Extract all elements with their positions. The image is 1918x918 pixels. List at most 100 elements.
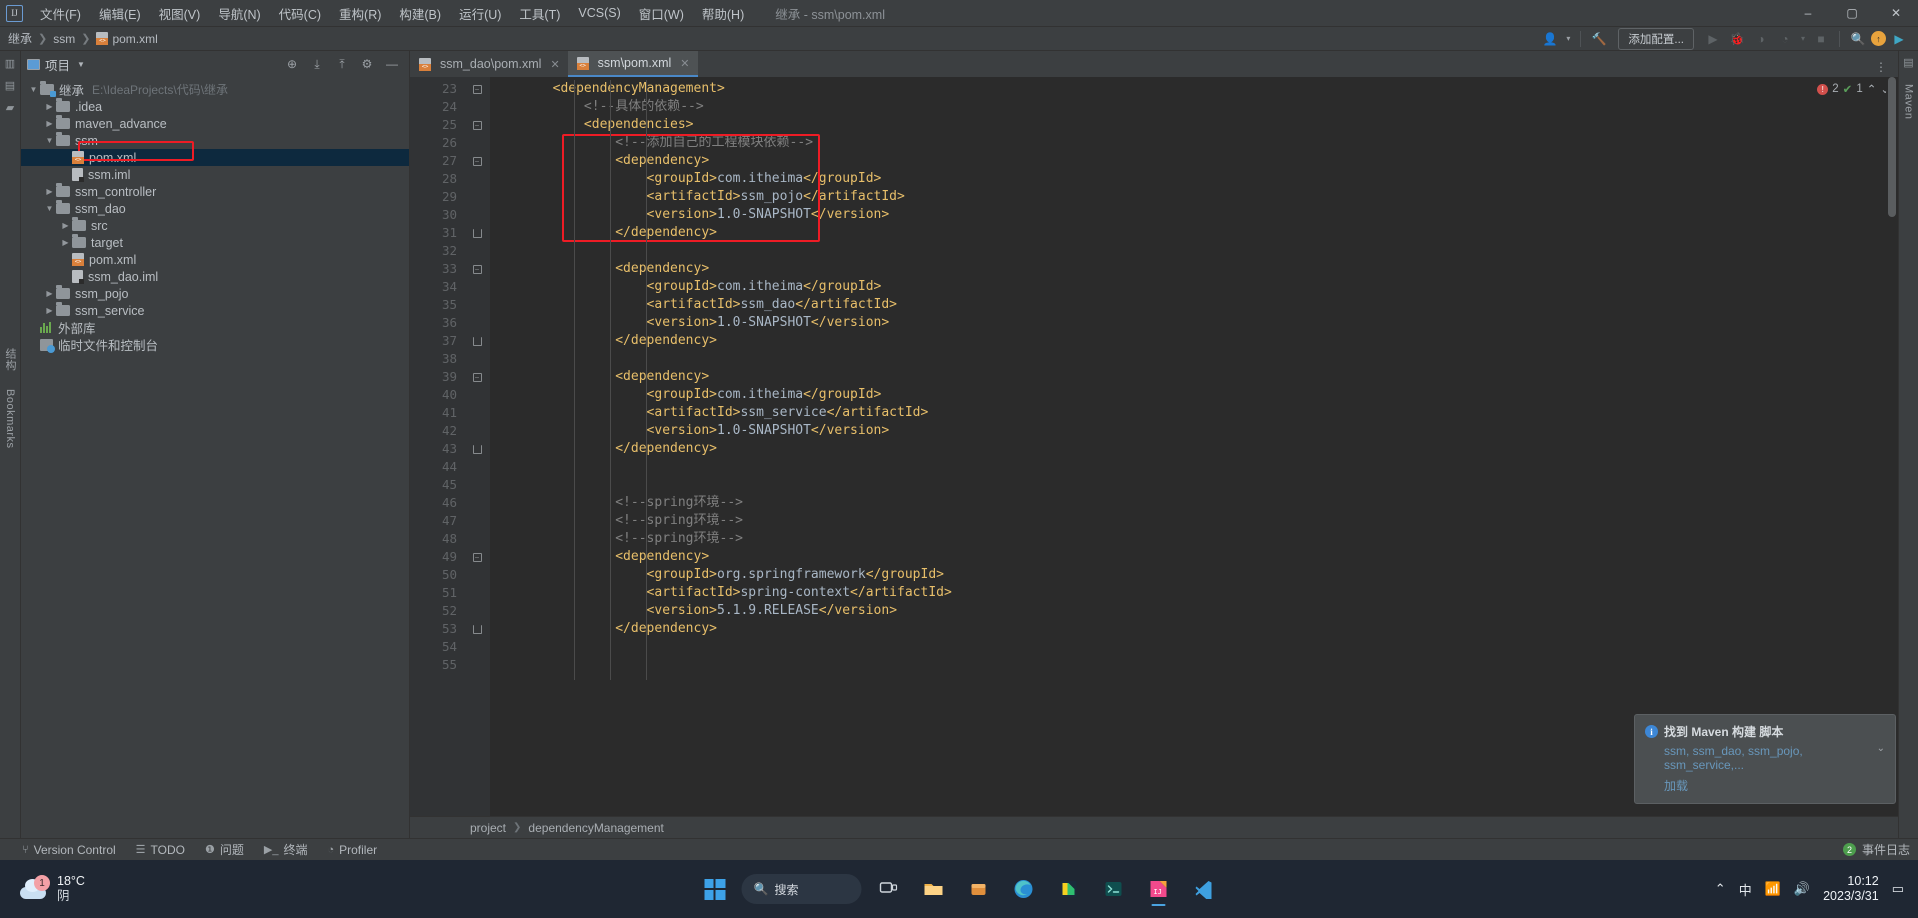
fold-toggle-icon[interactable]	[464, 440, 490, 458]
code-line[interactable]: <artifactId>ssm_dao</artifactId>	[490, 296, 1886, 314]
menu-item-9[interactable]: VCS(S)	[569, 3, 629, 23]
prev-problem-icon[interactable]: ⌃	[1867, 82, 1877, 96]
scrollbar-thumb[interactable]	[1888, 77, 1896, 217]
event-log-widget[interactable]: 2 事件日志	[1842, 841, 1918, 858]
terminal-button[interactable]	[1096, 871, 1132, 907]
taskbar-search-box[interactable]: 🔍 搜索	[741, 874, 862, 904]
ime-indicator[interactable]: 中	[1739, 880, 1752, 899]
locate-file-icon[interactable]: ⊕	[281, 54, 303, 74]
fold-toggle-icon[interactable]: −	[464, 116, 490, 134]
pycharm-button[interactable]	[1051, 871, 1087, 907]
store-button[interactable]	[961, 871, 997, 907]
code-line[interactable]: <artifactId>ssm_pojo</artifactId>	[490, 188, 1886, 206]
code-folding-gutter[interactable]: − − − − − −	[464, 77, 490, 816]
code-line[interactable]: <dependency>	[490, 368, 1886, 386]
code-line[interactable]: <groupId>com.itheima</groupId>	[490, 278, 1886, 296]
expand-all-icon[interactable]: ⤓	[306, 54, 328, 74]
code-editor[interactable]: 23 24 25 26 27 28 29 30 31 32 33 34 35 36 37 38 39 40 41 42…	[410, 77, 1898, 816]
code-line[interactable]: <version>5.1.9.RELEASE</version>	[490, 602, 1886, 620]
editor-scrollbar[interactable]	[1886, 77, 1898, 816]
file-explorer-button[interactable]	[916, 871, 952, 907]
breadcrumb-module[interactable]: ssm	[53, 32, 75, 46]
chevron-right-icon[interactable]: ▶	[43, 119, 56, 128]
tool-window-终端[interactable]: ▶_ 终端	[264, 841, 308, 858]
editor-breadcrumb-1[interactable]: dependencyManagement	[528, 821, 663, 835]
tree-node-src[interactable]: ▶ src	[21, 217, 409, 234]
project-tree[interactable]: ▼ 继承 E:\IdeaProjects\代码\继承 ▶ .idea ▶ maven_adv…	[21, 77, 409, 838]
close-button[interactable]: ✕	[1874, 0, 1918, 27]
taskbar-clock[interactable]: 10:12 2023/3/31	[1823, 874, 1879, 904]
notification-center-icon[interactable]: ▭	[1892, 881, 1904, 897]
fold-collapse-icon[interactable]: −	[472, 264, 482, 274]
fold-toggle-icon[interactable]	[464, 620, 490, 638]
project-tool-icon[interactable]: ▥	[5, 57, 15, 70]
tree-node-临时文件和控制台[interactable]: 临时文件和控制台	[21, 336, 409, 353]
code-line[interactable]: <version>1.0-SNAPSHOT</version>	[490, 206, 1886, 224]
chevron-right-icon[interactable]: ▶	[43, 306, 56, 315]
menu-item-7[interactable]: 运行(U)	[450, 1, 510, 26]
chevron-right-icon[interactable]: ▶	[59, 221, 72, 230]
tree-node-外部库[interactable]: 外部库	[21, 319, 409, 336]
vscode-button[interactable]	[1186, 871, 1222, 907]
code-line[interactable]: </dependency>	[490, 224, 1886, 242]
profile-icon[interactable]: ◔	[1774, 29, 1796, 49]
code-line[interactable]	[490, 242, 1886, 260]
chevron-right-icon[interactable]: ▶	[43, 289, 56, 298]
fold-toggle-icon[interactable]: −	[464, 152, 490, 170]
taskbar-weather-widget[interactable]: 1 18°C 阴	[0, 874, 330, 904]
edge-button[interactable]	[1006, 871, 1042, 907]
code-line[interactable]: <!--spring环境-->	[490, 494, 1886, 512]
commit-tool-icon[interactable]: ▤	[5, 79, 15, 92]
code-line[interactable]: <artifactId>spring-context</artifactId>	[490, 584, 1886, 602]
code-line[interactable]	[490, 350, 1886, 368]
task-view-button[interactable]	[871, 871, 907, 907]
tray-chevron-icon[interactable]: ⌃	[1715, 881, 1726, 897]
idea-button[interactable]: IJ	[1141, 871, 1177, 907]
fold-collapse-icon[interactable]: −	[472, 120, 482, 130]
code-line[interactable]	[490, 656, 1886, 674]
tree-node-maven_advance[interactable]: ▶ maven_advance	[21, 115, 409, 132]
editor-breadcrumb-0[interactable]: project	[470, 821, 506, 835]
code-line[interactable]: <groupId>org.springframework</groupId>	[490, 566, 1886, 584]
code-line[interactable]: <dependency>	[490, 260, 1886, 278]
fold-end-icon[interactable]	[472, 336, 482, 346]
fold-toggle-icon[interactable]: −	[464, 368, 490, 386]
code-line[interactable]: <!--具体的依赖-->	[490, 98, 1886, 116]
fold-end-icon[interactable]	[472, 624, 482, 634]
code-line[interactable]: <groupId>com.itheima</groupId>	[490, 170, 1886, 188]
code-line[interactable]: </dependency>	[490, 620, 1886, 638]
code-line[interactable]: <!--spring环境-->	[490, 512, 1886, 530]
tree-node-target[interactable]: ▶ target	[21, 234, 409, 251]
code-line[interactable]: <dependency>	[490, 548, 1886, 566]
chevron-down-icon[interactable]: ▾	[1798, 29, 1808, 49]
search-everywhere-icon[interactable]: 🔍	[1847, 29, 1869, 49]
maven-notification-balloon[interactable]: i 找到 Maven 构建 脚本 ssm, ssm_dao, ssm_pojo,…	[1634, 714, 1896, 804]
tree-node-ssm_controller[interactable]: ▶ ssm_controller	[21, 183, 409, 200]
start-button[interactable]	[697, 871, 733, 907]
tool-window-todo[interactable]: ☰ TODO	[136, 843, 185, 857]
ide-assistant-icon[interactable]: ▶	[1888, 29, 1910, 49]
stop-icon[interactable]: ■	[1810, 29, 1832, 49]
tree-node-pom-xml[interactable]: pom.xml	[21, 149, 409, 166]
chevron-right-icon[interactable]: ▶	[59, 238, 72, 247]
wifi-icon[interactable]: 📶	[1765, 881, 1781, 897]
tree-node-ssm_service[interactable]: ▶ ssm_service	[21, 302, 409, 319]
hide-panel-icon[interactable]: —	[381, 54, 403, 74]
folder-tool-icon[interactable]: ▰	[6, 101, 14, 114]
fold-collapse-icon[interactable]: −	[472, 552, 482, 562]
breadcrumb-project[interactable]: 继承	[8, 30, 32, 47]
update-icon[interactable]: ↑	[1871, 31, 1886, 46]
menu-item-0[interactable]: 文件(F)	[31, 1, 90, 26]
chevron-down-icon[interactable]: ▼	[27, 85, 40, 94]
maximize-button[interactable]: ▢	[1830, 0, 1874, 27]
code-line[interactable]	[490, 458, 1886, 476]
code-line[interactable]: <version>1.0-SNAPSHOT</version>	[490, 422, 1886, 440]
fold-collapse-icon[interactable]: −	[472, 156, 482, 166]
code-line[interactable]: <!--添加自己的工程模块依赖-->	[490, 134, 1886, 152]
database-icon[interactable]: ▤	[1903, 56, 1913, 69]
tree-node--idea[interactable]: ▶ .idea	[21, 98, 409, 115]
fold-collapse-icon[interactable]: −	[472, 372, 482, 382]
inspection-widget[interactable]: ! 2 ✔ 1 ⌃ ⌄	[1817, 82, 1890, 96]
tree-node-ssm[interactable]: ▼ ssm	[21, 132, 409, 149]
build-hammer-icon[interactable]: 🔨	[1588, 29, 1610, 49]
